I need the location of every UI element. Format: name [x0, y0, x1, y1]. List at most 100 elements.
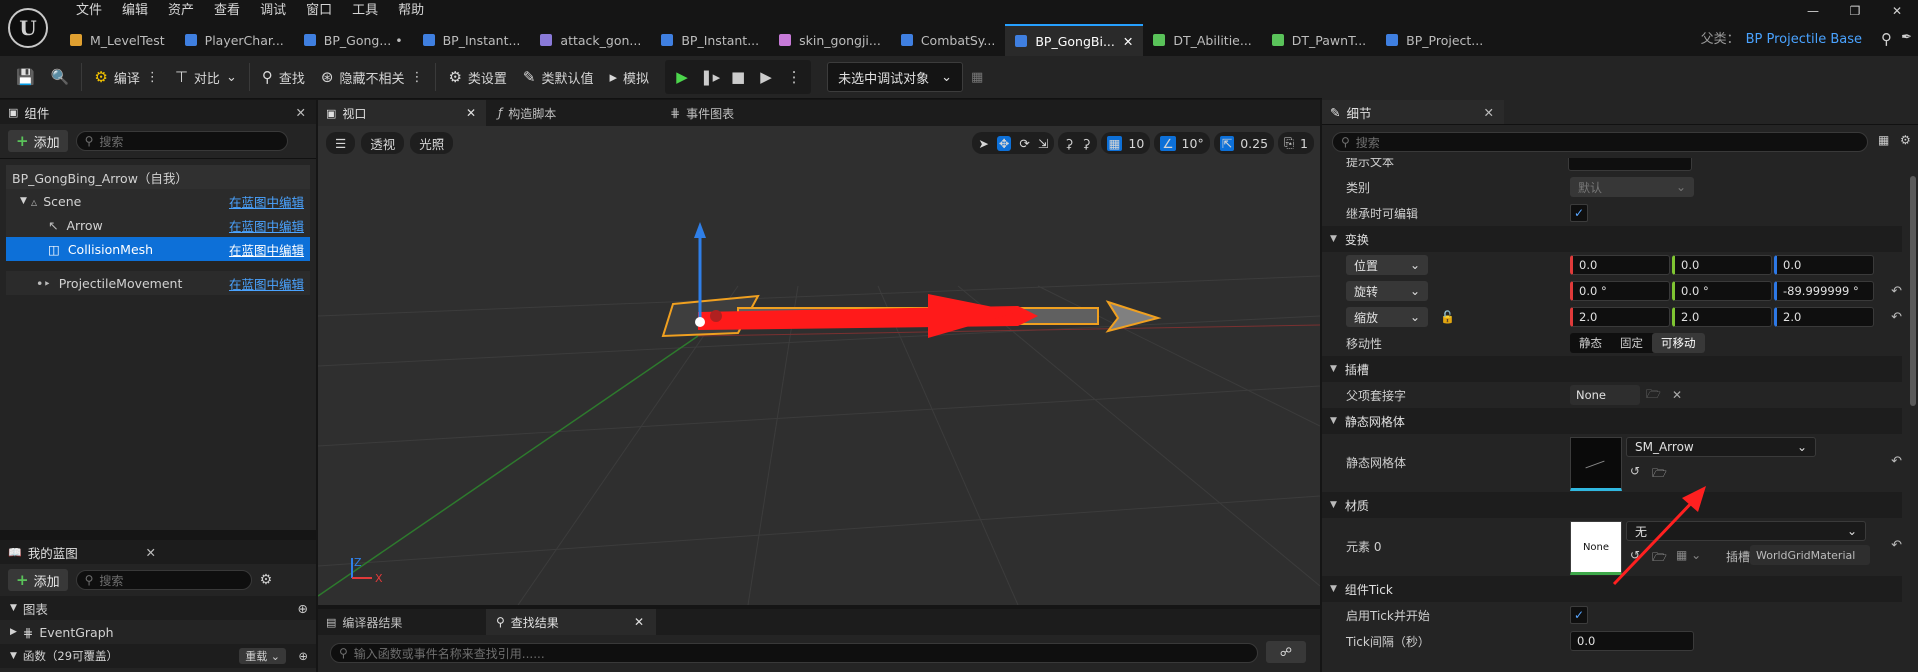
- document-tab[interactable]: PlayerChar...: [175, 24, 294, 56]
- scale-y-field[interactable]: 2.0: [1672, 307, 1772, 327]
- debug-object-select[interactable]: 未选中调试对象 ⌄: [827, 62, 963, 92]
- add-button[interactable]: + 添加: [8, 569, 68, 591]
- save-icon[interactable]: 💾: [0, 62, 43, 92]
- functions-section[interactable]: ▼ 函数（29可覆盖） 重载 ⌄ ⊕: [0, 644, 316, 668]
- document-tab[interactable]: BP_Gong... •: [294, 24, 413, 56]
- kebab-icon[interactable]: ⋮: [146, 70, 159, 85]
- details-scrollbar[interactable]: [1910, 176, 1916, 406]
- close-icon[interactable]: ✕: [146, 545, 156, 560]
- scale-z-field[interactable]: 2.0: [1774, 307, 1874, 327]
- add-graph-icon[interactable]: ⊕: [298, 601, 308, 616]
- close-icon[interactable]: ✕: [296, 105, 306, 120]
- editable-checkbox[interactable]: ✓: [1570, 204, 1588, 222]
- document-tab[interactable]: BP_Instant...: [413, 24, 531, 56]
- location-x-field[interactable]: 0.0: [1570, 255, 1670, 275]
- sockets-section[interactable]: ▼ 插槽: [1322, 356, 1902, 382]
- tree-item-arrow[interactable]: ↖ Arrow 在蓝图中编辑: [6, 213, 310, 237]
- close-icon[interactable]: ✕: [1876, 0, 1918, 22]
- world-icon[interactable]: ⚳: [1064, 136, 1073, 151]
- browse-socket-icon[interactable]: 🗁: [1646, 385, 1661, 406]
- class-defaults-button[interactable]: ✎ 类默认值: [515, 62, 602, 92]
- reset-arrow-icon[interactable]: ↶: [1891, 538, 1902, 553]
- tab-compiler-results[interactable]: ▤ 编译器结果: [318, 609, 486, 635]
- mobility-stationary[interactable]: 固定: [1611, 333, 1652, 353]
- class-settings-button[interactable]: ⚙ 类设置: [440, 62, 514, 92]
- transform-section[interactable]: ▼ 变换: [1322, 226, 1902, 252]
- expand-icon[interactable]: ▼: [20, 196, 27, 206]
- details-tab[interactable]: ✎ 细节 ✕: [1322, 100, 1504, 124]
- select-icon[interactable]: ➤: [978, 136, 988, 151]
- scale-icon[interactable]: ⇲: [1038, 136, 1048, 151]
- find-button[interactable]: ⚲ 查找: [254, 62, 313, 92]
- table-view-icon[interactable]: ▦: [1878, 133, 1889, 147]
- tab-construction-script[interactable]: ƒ 构造脚本: [486, 100, 658, 126]
- play-icon[interactable]: ▶: [669, 64, 695, 90]
- kebab-icon[interactable]: ⋮: [410, 70, 423, 85]
- kebab-icon[interactable]: ⋮: [781, 64, 807, 90]
- tree-item-projectile-movement[interactable]: •‣ ProjectileMovement 在蓝图中编辑: [6, 271, 310, 295]
- menu-item-4[interactable]: 调试: [250, 0, 296, 22]
- close-icon[interactable]: ✕: [1123, 34, 1133, 49]
- event-graph-item[interactable]: ▶ ⋕ EventGraph: [0, 620, 316, 644]
- details-search-input[interactable]: ⚲ 搜索: [1332, 132, 1868, 152]
- static-mesh-dropdown[interactable]: SM_Arrow ⌄: [1626, 437, 1816, 457]
- edit-in-blueprint-link[interactable]: 在蓝图中编辑: [229, 216, 304, 235]
- tick-interval-field[interactable]: 0.0: [1570, 631, 1694, 651]
- menu-item-2[interactable]: 资产: [158, 0, 204, 22]
- gear-icon[interactable]: ⚙: [1900, 133, 1911, 147]
- camera-speed[interactable]: ⎘ 1: [1278, 132, 1314, 154]
- edit-in-blueprint-link[interactable]: 在蓝图中编辑: [229, 274, 304, 293]
- graphs-section[interactable]: ▼ 图表 ⊕: [0, 596, 316, 620]
- my-blueprint-search-input[interactable]: ⚲ 搜索: [75, 570, 252, 590]
- scale-snap[interactable]: ⇱ 0.25: [1213, 132, 1275, 154]
- close-icon[interactable]: ✕: [466, 106, 476, 120]
- step-icon[interactable]: ❚▸: [697, 64, 723, 90]
- menu-item-1[interactable]: 编辑: [112, 0, 158, 22]
- simulate-button[interactable]: ▸ 模拟: [602, 62, 658, 92]
- rotation-dropdown[interactable]: 旋转 ⌄: [1346, 281, 1428, 301]
- grid-snap[interactable]: ▦ 10: [1100, 132, 1151, 154]
- slot-name-field[interactable]: WorldGridMaterial: [1750, 545, 1870, 565]
- tree-item-scene[interactable]: ▼ ▵ Scene 在蓝图中编辑: [6, 189, 310, 213]
- edit-in-blueprint-link[interactable]: 在蓝图中编辑: [229, 240, 304, 259]
- menu-item-5[interactable]: 窗口: [296, 0, 342, 22]
- rotation-y-field[interactable]: 0.0 °: [1672, 281, 1772, 301]
- surface-snap-icon[interactable]: ⚳: [1081, 136, 1090, 151]
- document-tab[interactable]: CombatSy...: [891, 24, 1006, 56]
- debug-filter-icon[interactable]: ▦: [963, 62, 991, 92]
- tick-enable-checkbox[interactable]: ✓: [1570, 606, 1588, 624]
- parent-socket-field[interactable]: None: [1570, 385, 1640, 405]
- menu-item-7[interactable]: 帮助: [388, 0, 434, 22]
- document-tab[interactable]: skin_gongji...: [769, 24, 891, 56]
- tab-viewport[interactable]: ▣ 视口 ✕: [318, 100, 486, 126]
- angle-snap[interactable]: ∠ 10°: [1154, 132, 1210, 154]
- close-icon[interactable]: ✕: [634, 615, 644, 629]
- add-component-button[interactable]: + 添加: [8, 130, 68, 152]
- binoculars-icon[interactable]: ☍: [1266, 641, 1306, 663]
- rotation-z-field[interactable]: -89.999999 °: [1774, 281, 1874, 301]
- mobility-movable[interactable]: 可移动: [1652, 333, 1705, 353]
- parent-class-link[interactable]: BP Projectile Base: [1746, 32, 1862, 47]
- component-root[interactable]: BP_GongBing_Arrow（自我）: [6, 165, 310, 189]
- diff-button[interactable]: ⊤ 对比 ⌄: [167, 62, 245, 92]
- location-y-field[interactable]: 0.0: [1672, 255, 1772, 275]
- reset-arrow-icon[interactable]: ↶: [1891, 310, 1902, 325]
- lighting-button[interactable]: 光照: [410, 132, 454, 154]
- static-mesh-section[interactable]: ▼ 静态网格体: [1322, 408, 1902, 434]
- document-tab[interactable]: BP_Instant...: [651, 24, 769, 56]
- document-tab[interactable]: attack_gon...: [530, 24, 651, 56]
- document-tab[interactable]: M_LevelTest: [60, 24, 175, 56]
- scale-dropdown[interactable]: 缩放 ⌄: [1346, 307, 1428, 327]
- location-dropdown[interactable]: 位置 ⌄: [1346, 255, 1428, 275]
- lock-icon[interactable]: 🔓: [1440, 310, 1455, 324]
- menu-item-0[interactable]: 文件: [66, 0, 112, 22]
- perspective-button[interactable]: 透视: [361, 132, 405, 154]
- document-tab[interactable]: BP_GongBi... ✕: [1005, 24, 1144, 56]
- override-dropdown[interactable]: 重载 ⌄: [239, 648, 286, 664]
- eject-icon[interactable]: ▶: [753, 64, 779, 90]
- category-dropdown[interactable]: 默认 ⌄: [1570, 177, 1694, 197]
- close-icon[interactable]: ✕: [1484, 105, 1494, 120]
- menu-item-6[interactable]: 工具: [342, 0, 388, 22]
- rotate-icon[interactable]: ⟳: [1019, 136, 1029, 151]
- add-function-icon[interactable]: ⊕: [298, 649, 308, 663]
